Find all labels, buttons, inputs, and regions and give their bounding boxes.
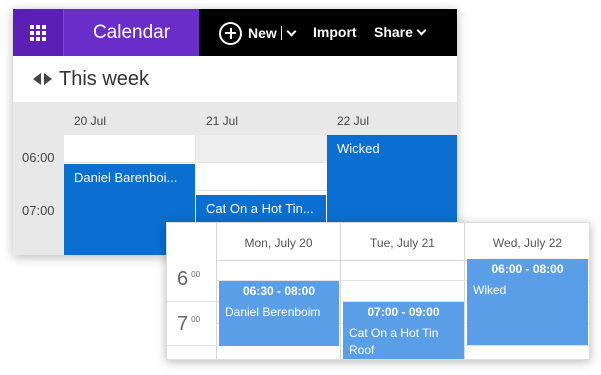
top-bar: Calendar New Import Share [13,9,457,56]
week-title: This week [59,67,150,90]
event-title: Cat On a Hot Tin Roof [349,326,439,357]
share-label: Share [374,24,413,40]
new-label: New [248,25,277,41]
scheduler-panel: 6 00 7 00 Mon, July 20 Tue, July 21 Wed, J… [166,222,590,360]
new-button[interactable]: New [219,21,297,45]
event-time: 06:00 - 08:00 [491,262,564,276]
day-header[interactable]: 22 Jul [327,102,457,135]
event-time: 06:30 - 08:00 [242,284,316,298]
event-title: Wiked [473,283,507,297]
week-navigation: This week [13,56,457,102]
day-header[interactable]: Wed, July 22 [465,223,589,261]
outlook-calendar-panel: Calendar New Import Share This week 06:0… [13,9,457,255]
next-week-arrow-icon[interactable] [44,73,52,85]
time-gutter: 6 00 7 00 [167,223,217,359]
event-title: Daniel Berenboim [225,305,321,319]
divider [280,26,282,40]
calendar-event[interactable]: 07:00 - 09:00 Cat On a Hot Tin Roof [343,302,464,359]
app-launcher-button[interactable] [13,9,63,56]
day-header[interactable]: 20 Jul [64,102,195,135]
chevron-down-icon [416,25,427,35]
waffle-icon [30,24,46,41]
import-button[interactable]: Import [313,24,357,40]
calendar-event[interactable]: 06:00 - 08:00 Wiked [467,259,588,345]
time-gutter: 06:00 07:00 [13,102,63,255]
time-label: 7 00 [177,313,201,335]
chevron-down-icon[interactable] [286,26,297,36]
event-title: Cat On a Hot Tin... [206,201,314,216]
day-header[interactable]: 21 Jul [196,102,327,135]
time-label: 06:00 [22,150,55,165]
time-label: 07:00 [22,203,55,218]
app-title: Calendar [63,9,199,56]
event-title: Wicked [337,141,380,156]
event-time: 07:00 - 09:00 [367,305,440,319]
share-button[interactable]: Share [374,24,427,40]
day-header[interactable]: Tue, July 21 [341,223,464,261]
plus-circle-icon [219,21,242,45]
calendar-event[interactable]: 06:30 - 08:00 Daniel Berenboim [219,281,339,346]
day-header[interactable]: Mon, July 20 [217,223,340,261]
time-label: 6 00 [177,268,201,290]
event-title: Daniel Barenboi... [74,170,178,185]
previous-week-arrow-icon[interactable] [33,73,41,85]
time-slot[interactable] [196,135,327,163]
